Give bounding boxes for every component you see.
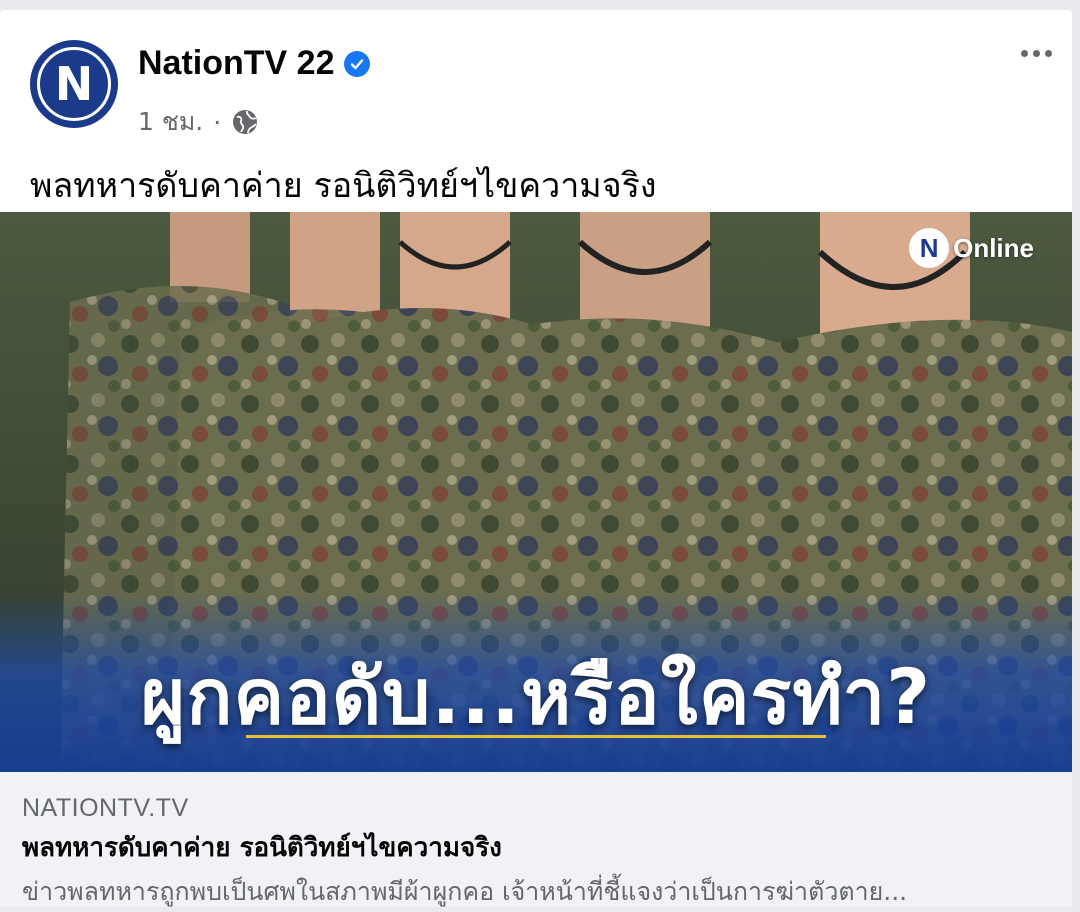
post-meta: 1 ชม. · (138, 102, 259, 142)
post-image[interactable]: N Online ผูกคอดับ...หรือใครทำ? (0, 212, 1072, 772)
meta-separator: · (213, 107, 222, 137)
post-caption: พลทหารดับคาค่าย รอนิติวิทย์ฯไขความจริง (30, 166, 657, 206)
badge-text: Online (953, 232, 1034, 263)
more-dot (1021, 50, 1028, 57)
page-name-link[interactable]: NationTV 22 (138, 44, 371, 83)
post-card: N NationTV 22 1 ชม. · พลทหารดับคาค่าย รอ… (0, 10, 1072, 907)
avatar-logo: N (37, 47, 111, 121)
more-options-icon[interactable] (1021, 50, 1052, 57)
link-domain: NATIONTV.TV (22, 794, 189, 822)
link-title[interactable]: พลทหารดับคาค่าย รอนิติวิทย์ฯไขความจริง (22, 827, 1050, 868)
post-header: N NationTV 22 1 ชม. · (30, 40, 1040, 140)
badge-logo: N (909, 228, 950, 268)
post-timestamp[interactable]: 1 ชม. (138, 102, 203, 142)
globe-icon[interactable] (231, 108, 259, 136)
online-badge: N Online (909, 228, 1034, 268)
page-avatar[interactable]: N (30, 40, 118, 128)
link-preview[interactable]: NATIONTV.TV พลทหารดับคาค่าย รอนิติวิทย์ฯ… (0, 772, 1072, 907)
headline-underline (246, 735, 826, 738)
image-headline: ผูกคอดับ...หรือใครทำ? (140, 652, 932, 741)
verified-badge-icon (344, 50, 371, 77)
page-name[interactable]: NationTV 22 (138, 44, 334, 83)
more-dot (1033, 50, 1040, 57)
more-dot (1045, 50, 1052, 57)
link-description: ข่าวพลทหารถูกพบเป็นศพในสภาพมีผ้าผูกคอ เจ… (22, 877, 908, 906)
